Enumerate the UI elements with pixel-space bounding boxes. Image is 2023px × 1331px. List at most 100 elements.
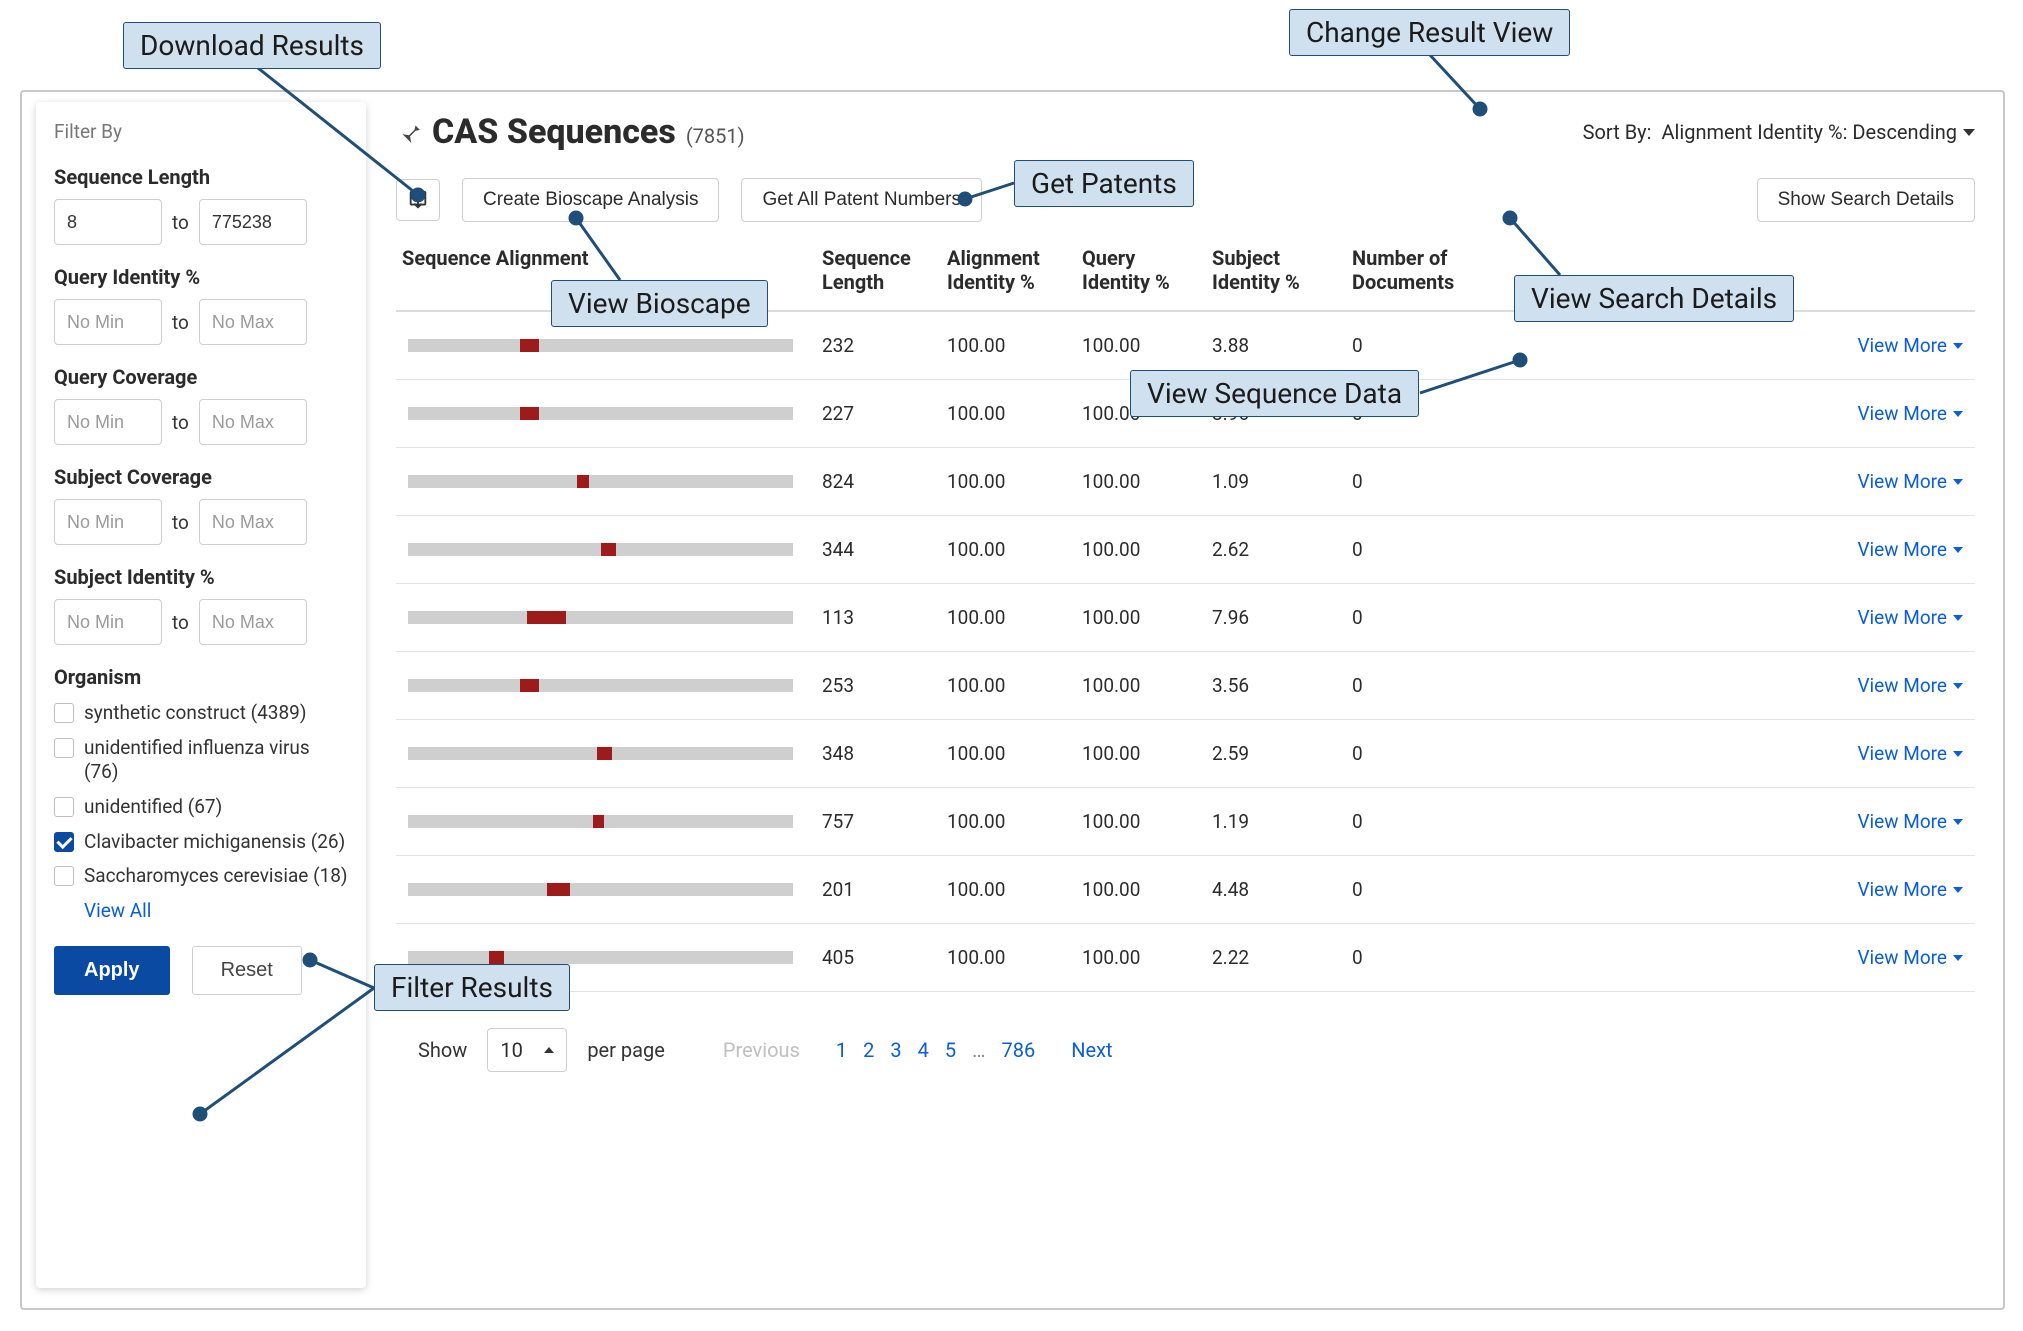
callout-get-patents: Get Patents bbox=[1014, 160, 1194, 207]
view-more-link[interactable]: View More bbox=[1857, 334, 1963, 357]
view-more-link[interactable]: View More bbox=[1857, 946, 1963, 969]
chevron-down-icon bbox=[1953, 683, 1963, 689]
chevron-down-icon bbox=[1953, 615, 1963, 621]
range-max-input[interactable] bbox=[199, 299, 307, 345]
view-more-link[interactable]: View More bbox=[1857, 470, 1963, 493]
filter-by-heading: Filter By bbox=[54, 120, 348, 143]
per-page-select[interactable]: 10 bbox=[487, 1028, 567, 1072]
col-alignment-identity: Alignment Identity % bbox=[941, 246, 1076, 294]
view-more-link[interactable]: View More bbox=[1857, 538, 1963, 561]
cell-query-identity: 100.00 bbox=[1076, 810, 1206, 833]
range-to-label: to bbox=[172, 411, 189, 434]
reset-button[interactable]: Reset bbox=[192, 946, 302, 995]
cell-documents: 0 bbox=[1346, 334, 1501, 357]
alignment-marker bbox=[489, 951, 504, 964]
result-count: (7851) bbox=[686, 124, 745, 148]
cell-subject-identity: 1.09 bbox=[1206, 470, 1346, 493]
pagination-previous[interactable]: Previous bbox=[715, 1038, 808, 1062]
filter-label: Query Identity % bbox=[54, 265, 348, 289]
callout-change-result-view: Change Result View bbox=[1289, 9, 1570, 56]
cell-documents: 0 bbox=[1346, 810, 1501, 833]
view-more-link[interactable]: View More bbox=[1857, 606, 1963, 629]
range-max-input[interactable] bbox=[199, 499, 307, 545]
view-more-link[interactable]: View More bbox=[1857, 674, 1963, 697]
organism-checkbox[interactable] bbox=[54, 832, 74, 852]
range-max-input[interactable] bbox=[199, 199, 307, 245]
range-min-input[interactable] bbox=[54, 299, 162, 345]
download-icon bbox=[407, 189, 429, 211]
range-max-input[interactable] bbox=[199, 399, 307, 445]
organism-checkbox[interactable] bbox=[54, 738, 74, 758]
callout-view-bioscape: View Bioscape bbox=[551, 280, 768, 327]
alignment-marker bbox=[601, 543, 616, 556]
range-min-input[interactable] bbox=[54, 199, 162, 245]
col-length: Sequence Length bbox=[816, 246, 941, 294]
alignment-bar bbox=[408, 475, 793, 488]
cell-documents: 0 bbox=[1346, 538, 1501, 561]
chevron-down-icon bbox=[1953, 479, 1963, 485]
cell-alignment-identity: 100.00 bbox=[941, 402, 1076, 425]
show-label: Show bbox=[418, 1038, 467, 1062]
cell-documents: 0 bbox=[1346, 742, 1501, 765]
range-max-input[interactable] bbox=[199, 599, 307, 645]
organism-label: Saccharomyces cerevisiae (18) bbox=[84, 864, 348, 889]
cell-query-identity: 100.00 bbox=[1076, 538, 1206, 561]
sort-by-label: Sort By: bbox=[1583, 120, 1652, 144]
sort-dropdown[interactable]: Alignment Identity %: Descending bbox=[1661, 120, 1975, 144]
callout-download-results: Download Results bbox=[123, 22, 381, 69]
chevron-down-icon bbox=[1953, 547, 1963, 553]
cell-length: 824 bbox=[816, 470, 941, 493]
pagination-page[interactable]: 1 bbox=[828, 1038, 855, 1062]
cell-subject-identity: 2.22 bbox=[1206, 946, 1346, 969]
download-button[interactable] bbox=[396, 179, 440, 221]
cell-length: 757 bbox=[816, 810, 941, 833]
cell-subject-identity: 3.56 bbox=[1206, 674, 1346, 697]
alignment-bar bbox=[408, 883, 793, 896]
alignment-marker bbox=[520, 339, 539, 352]
cell-alignment-identity: 100.00 bbox=[941, 334, 1076, 357]
page-title: CAS Sequences bbox=[432, 112, 676, 152]
callout-view-search-details: View Search Details bbox=[1514, 275, 1794, 322]
cell-length: 232 bbox=[816, 334, 941, 357]
range-to-label: to bbox=[172, 211, 189, 234]
cell-alignment-identity: 100.00 bbox=[941, 946, 1076, 969]
alignment-bar bbox=[408, 815, 793, 828]
cell-query-identity: 100.00 bbox=[1076, 742, 1206, 765]
range-min-input[interactable] bbox=[54, 599, 162, 645]
pagination-page[interactable]: 786 bbox=[994, 1038, 1044, 1062]
table-row: 253 100.00 100.00 3.56 0 View More bbox=[396, 652, 1975, 720]
table-row: 344 100.00 100.00 2.62 0 View More bbox=[396, 516, 1975, 584]
per-page-label: per page bbox=[587, 1038, 665, 1062]
pagination-page[interactable]: 3 bbox=[882, 1038, 909, 1062]
create-bioscape-button[interactable]: Create Bioscape Analysis bbox=[462, 178, 719, 222]
organism-checkbox[interactable] bbox=[54, 797, 74, 817]
range-to-label: to bbox=[172, 311, 189, 334]
view-more-link[interactable]: View More bbox=[1857, 878, 1963, 901]
view-more-link[interactable]: View More bbox=[1857, 742, 1963, 765]
organism-checkbox[interactable] bbox=[54, 866, 74, 886]
get-all-patents-button[interactable]: Get All Patent Numbers bbox=[741, 178, 982, 222]
pagination-page[interactable]: 5 bbox=[937, 1038, 964, 1062]
pagination-next[interactable]: Next bbox=[1063, 1038, 1120, 1062]
alignment-bar bbox=[408, 747, 793, 760]
pagination-page[interactable]: 2 bbox=[855, 1038, 882, 1062]
pagination-page[interactable]: 4 bbox=[910, 1038, 937, 1062]
cell-documents: 0 bbox=[1346, 946, 1501, 969]
table-row: 824 100.00 100.00 1.09 0 View More bbox=[396, 448, 1975, 516]
alignment-marker bbox=[547, 883, 570, 896]
show-search-details-button[interactable]: Show Search Details bbox=[1757, 178, 1975, 222]
view-more-link[interactable]: View More bbox=[1857, 810, 1963, 833]
organism-view-all-link[interactable]: View All bbox=[84, 899, 348, 922]
cell-alignment-identity: 100.00 bbox=[941, 878, 1076, 901]
cell-query-identity: 100.00 bbox=[1076, 334, 1206, 357]
view-more-link[interactable]: View More bbox=[1857, 402, 1963, 425]
callout-filter-results: Filter Results bbox=[374, 964, 570, 1011]
cell-alignment-identity: 100.00 bbox=[941, 470, 1076, 493]
cell-subject-identity: 4.48 bbox=[1206, 878, 1346, 901]
apply-button[interactable]: Apply bbox=[54, 946, 170, 995]
range-min-input[interactable] bbox=[54, 499, 162, 545]
organism-checkbox[interactable] bbox=[54, 703, 74, 723]
table-row: 405 100.00 100.00 2.22 0 View More bbox=[396, 924, 1975, 992]
alignment-marker bbox=[520, 679, 539, 692]
range-min-input[interactable] bbox=[54, 399, 162, 445]
